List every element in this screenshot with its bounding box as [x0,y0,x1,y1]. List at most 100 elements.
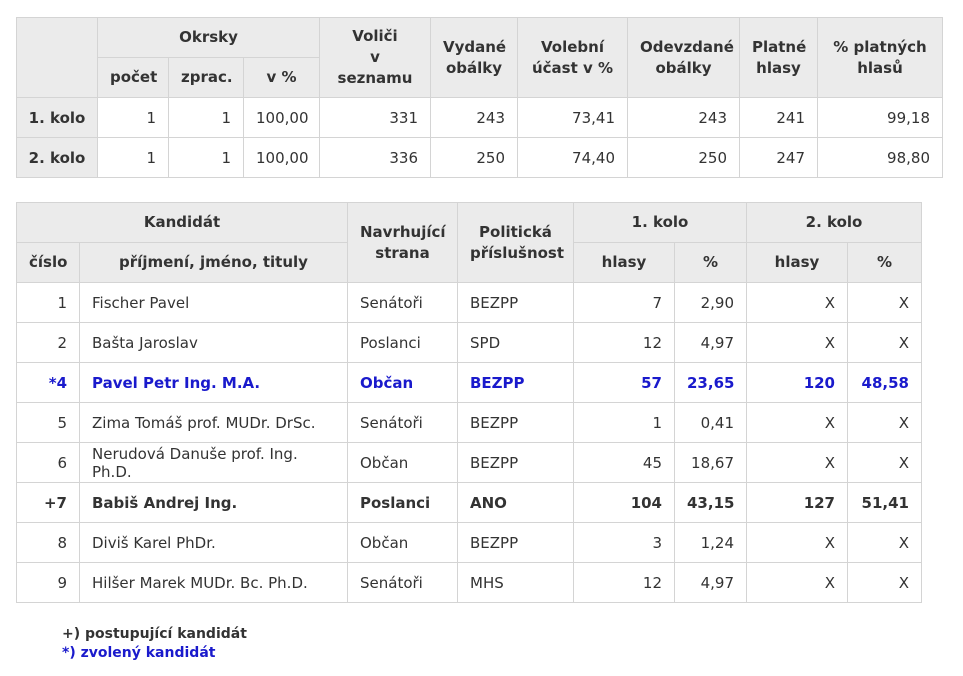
round2-votes-cell: X [746,442,848,483]
number-cell: 8 [16,522,80,563]
candidate-row: *4 Pavel Petr Ing. M.A. Občan BEZPP 57 23,65 1… [16,362,922,403]
round1-votes-cell: 12 [573,562,675,603]
name-cell: Nerudová Danuše prof. Ing. Ph.D. [79,442,348,483]
round2-pct-cell: X [847,442,922,483]
number-cell: 9 [16,562,80,603]
zprac-header: zprac. [168,57,244,98]
party-cell: Občan [347,522,458,563]
turnout-summary-table: Okrsky Voliči v seznamu Vydané obálky Vole… [16,17,943,178]
round1-pct-cell: 4,97 [674,322,747,363]
candidate-row: 6 Nerudová Danuše prof. Ing. Ph.D. Občan BE… [16,442,922,483]
affiliation-cell: MHS [457,562,574,603]
round-label: 2. kolo [16,137,98,178]
affiliation-cell: BEZPP [457,442,574,483]
candidate-row: +7 Babiš Andrej Ing. Poslanci ANO 104 43,15 12… [16,482,922,523]
round2-votes-cell: X [746,562,848,603]
ucast-cell: 73,41 [517,97,628,138]
party-cell: Senátoři [347,402,458,443]
candidate-row: 8 Diviš Karel PhDr. Občan BEZPP 3 1,24 X X [16,522,922,563]
prislusnost-header: Politická příslušnost [457,202,574,283]
number-cell: 5 [16,402,80,443]
volici-cell: 331 [319,97,431,138]
odevzdane-cell: 243 [627,97,740,138]
round1-votes-cell: 57 [573,362,675,403]
cislo-header: číslo [16,242,80,283]
vydane-header: Vydané obálky [430,17,518,98]
kolo2-header: 2. kolo [746,202,922,243]
round2-votes-cell: X [746,522,848,563]
strana-header: Navrhující strana [347,202,458,283]
round1-pct-cell: 18,67 [674,442,747,483]
name-cell: Fischer Pavel [79,282,348,323]
round1-pct-cell: 4,97 [674,562,747,603]
round1-votes-cell: 12 [573,322,675,363]
round2-pct-cell: X [847,322,922,363]
affiliation-cell: BEZPP [457,402,574,443]
round2-pct-cell: X [847,402,922,443]
affiliation-cell: ANO [457,482,574,523]
round1-pct-cell: 43,15 [674,482,747,523]
round1-votes-cell: 7 [573,282,675,323]
round-label: 1. kolo [16,97,98,138]
okrsky-header: Okrsky [97,17,320,58]
pocet-cell: 1 [97,97,169,138]
party-cell: Občan [347,442,458,483]
pct-platnych-header: % platných hlasů [817,17,943,98]
round1-votes-cell: 45 [573,442,675,483]
kolo1-header: 1. kolo [573,202,747,243]
odevzdane-cell: 250 [627,137,740,178]
affiliation-cell: BEZPP [457,362,574,403]
party-cell: Senátoři [347,562,458,603]
zprac-cell: 1 [168,97,244,138]
vpct-cell: 100,00 [243,97,320,138]
party-cell: Senátoři [347,282,458,323]
table-row: 2. kolo 1 1 100,00 336 250 74,40 250 247… [16,137,943,178]
party-cell: Poslanci [347,322,458,363]
table-row: 1. kolo 1 1 100,00 331 243 73,41 243 241… [16,97,943,138]
candidate-row: 2 Bašta Jaroslav Poslanci SPD 12 4,97 X X [16,322,922,363]
volici-header: Voliči v seznamu [319,17,431,98]
candidate-row: 5 Zima Tomáš prof. MUDr. DrSc. Senátoři BEZ… [16,402,922,443]
round1-votes-cell: 104 [573,482,675,523]
vpct-header: v % [243,57,320,98]
candidates-table: Kandidát Navrhující strana Politická přísl… [16,202,922,603]
odevzdane-header: Odevzdané obálky [627,17,740,98]
round2-votes-cell: X [746,322,848,363]
hlasy2-header: hlasy [746,242,848,283]
volici-cell: 336 [319,137,431,178]
round2-pct-cell: X [847,522,922,563]
round2-pct-cell: X [847,282,922,323]
round2-votes-cell: 120 [746,362,848,403]
round2-votes-cell: 127 [746,482,848,523]
name-cell: Hilšer Marek MUDr. Bc. Ph.D. [79,562,348,603]
platne-cell: 241 [739,97,818,138]
round1-pct-cell: 1,24 [674,522,747,563]
round2-pct-cell: X [847,562,922,603]
round2-pct-cell: 51,41 [847,482,922,523]
candidate-row: 9 Hilšer Marek MUDr. Bc. Ph.D. Senátoři MHS… [16,562,922,603]
affiliation-cell: SPD [457,322,574,363]
pct-platnych-cell: 99,18 [817,97,943,138]
name-cell: Zima Tomáš prof. MUDr. DrSc. [79,402,348,443]
hlasy1-header: hlasy [573,242,675,283]
affiliation-cell: BEZPP [457,522,574,563]
pocet-cell: 1 [97,137,169,178]
round1-pct-cell: 23,65 [674,362,747,403]
round1-pct-cell: 2,90 [674,282,747,323]
platne-cell: 247 [739,137,818,178]
number-cell: 1 [16,282,80,323]
round1-votes-cell: 1 [573,402,675,443]
round1-votes-cell: 3 [573,522,675,563]
vpct-cell: 100,00 [243,137,320,178]
pct2-header: % [847,242,922,283]
zprac-cell: 1 [168,137,244,178]
number-cell: +7 [16,482,80,523]
ucast-cell: 74,40 [517,137,628,178]
ucast-header: Volební účast v % [517,17,628,98]
number-cell: 6 [16,442,80,483]
name-cell: Pavel Petr Ing. M.A. [79,362,348,403]
platne-header: Platné hlasy [739,17,818,98]
round2-votes-cell: X [746,402,848,443]
name-cell: Bašta Jaroslav [79,322,348,363]
number-cell: 2 [16,322,80,363]
